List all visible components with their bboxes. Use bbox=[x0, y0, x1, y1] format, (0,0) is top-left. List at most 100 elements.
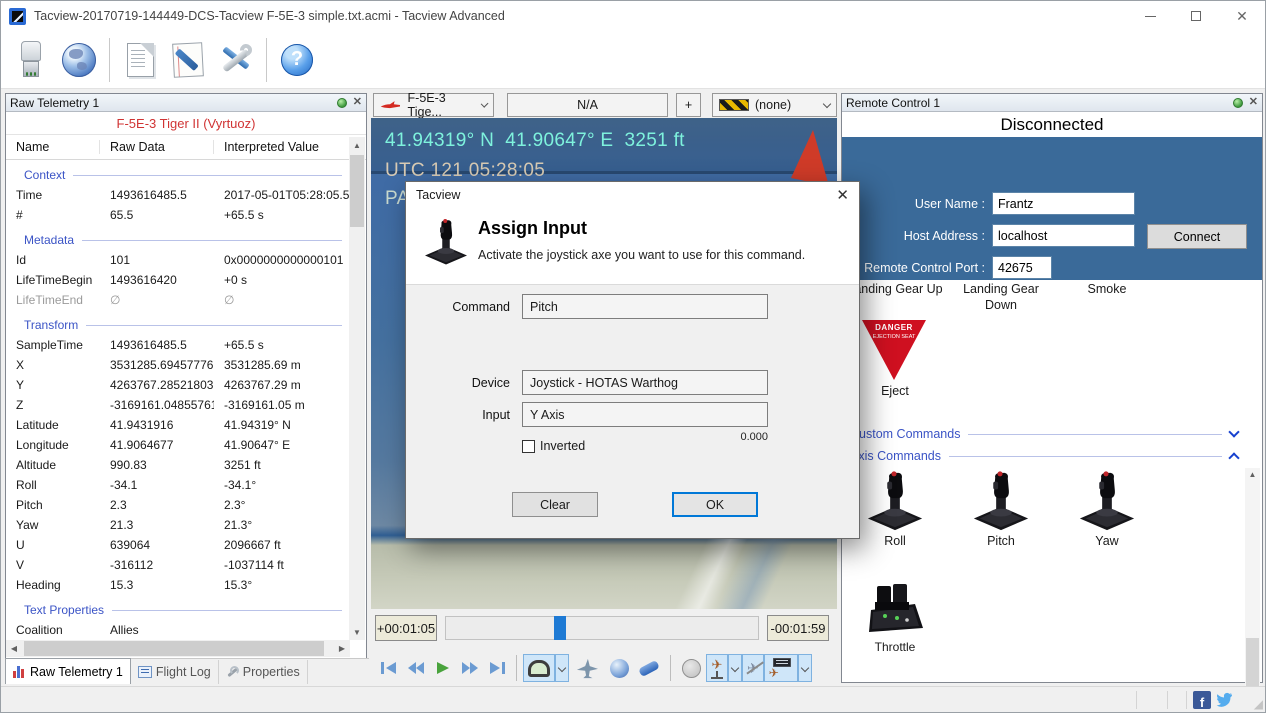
tab-properties[interactable]: Properties bbox=[219, 660, 308, 684]
column-name[interactable]: Name bbox=[6, 140, 100, 154]
inverted-checkbox-row[interactable]: Inverted bbox=[522, 439, 585, 453]
external-view-button[interactable] bbox=[569, 654, 605, 682]
usb-device-button[interactable] bbox=[7, 34, 55, 86]
notes-editor-icon bbox=[172, 42, 204, 78]
tab-flight-log[interactable]: Flight Log bbox=[131, 660, 219, 684]
custom-commands-section[interactable]: Custom Commands bbox=[850, 427, 1238, 441]
table-row[interactable]: SampleTime1493616485.5+65.5 s bbox=[6, 335, 350, 355]
scroll-down-icon[interactable]: ▼ bbox=[349, 624, 365, 640]
skip-start-button[interactable] bbox=[375, 654, 402, 682]
table-row[interactable]: U6390642096667 ft bbox=[6, 535, 350, 555]
hazard-stripe-icon bbox=[719, 99, 749, 111]
table-row[interactable]: Time1493616485.52017-05-01T05:28:05.5 bbox=[6, 185, 350, 205]
panel-close-icon[interactable]: ✕ bbox=[353, 97, 362, 108]
vertical-scrollbar[interactable]: ▲ ▼ bbox=[349, 137, 365, 640]
flight-report-button[interactable] bbox=[116, 34, 164, 86]
axis-commands-row: Roll Pitch Yaw bbox=[842, 470, 1160, 548]
table-row[interactable]: Roll-34.1-34.1° bbox=[6, 475, 350, 495]
table-row[interactable]: LifeTimeEnd∅∅ bbox=[6, 290, 350, 310]
telescope-view-button[interactable] bbox=[634, 654, 664, 682]
table-row[interactable]: V-316112-1037114 ft bbox=[6, 555, 350, 575]
scrollbar-thumb[interactable] bbox=[24, 641, 324, 656]
axis-commands-section[interactable]: Axis Commands bbox=[850, 449, 1238, 463]
twitter-icon[interactable] bbox=[1215, 691, 1233, 708]
table-row[interactable]: Yaw21.321.3° bbox=[6, 515, 350, 535]
table-row[interactable]: Latitude41.943191641.94319° N bbox=[6, 415, 350, 435]
connect-button[interactable]: Connect bbox=[1147, 224, 1247, 249]
help-button[interactable]: ? bbox=[273, 34, 321, 86]
play-button[interactable] bbox=[429, 654, 456, 682]
dialog-close-icon[interactable]: ✕ bbox=[836, 186, 849, 204]
table-row[interactable]: Longitude41.906467741.90647° E bbox=[6, 435, 350, 455]
network-globe-button[interactable] bbox=[55, 34, 103, 86]
globe-view-button[interactable] bbox=[605, 654, 634, 682]
resize-grip[interactable]: ◢ bbox=[1254, 697, 1263, 711]
chevron-up-icon[interactable] bbox=[1228, 452, 1239, 463]
minimize-button[interactable] bbox=[1127, 1, 1173, 31]
ok-button[interactable]: OK bbox=[672, 492, 758, 517]
clear-button[interactable]: Clear bbox=[512, 492, 598, 517]
table-row[interactable]: Id1010x0000000000000101 bbox=[6, 250, 350, 270]
user-name-field[interactable] bbox=[992, 192, 1135, 215]
measure-view-button[interactable]: ✈ bbox=[742, 654, 764, 682]
trail-selector-dropdown[interactable]: (none) bbox=[712, 93, 837, 117]
secondary-object-button[interactable]: N/A bbox=[507, 93, 668, 117]
command-smoke[interactable]: Smoke bbox=[1054, 282, 1160, 313]
timeline-slider[interactable] bbox=[445, 616, 759, 640]
rewind-icon bbox=[407, 661, 425, 675]
eject-danger-icon[interactable]: DANGER EJECTION SEAT DANGER DANGER bbox=[862, 320, 926, 380]
cockpit-view-button[interactable] bbox=[523, 654, 555, 682]
remote-scrollbar[interactable]: ▲ ▼ bbox=[1245, 468, 1260, 713]
skip-end-button[interactable] bbox=[483, 654, 510, 682]
add-object-button[interactable]: + bbox=[676, 93, 701, 117]
table-row[interactable]: #65.5+65.5 s bbox=[6, 205, 350, 225]
selected-object-title: F-5E-3 Tiger II (Vyrtuoz) bbox=[6, 112, 366, 135]
scroll-right-icon[interactable]: ▶ bbox=[334, 640, 350, 657]
panel-close-icon[interactable]: ✕ bbox=[1249, 97, 1258, 108]
fast-forward-button[interactable] bbox=[456, 654, 483, 682]
notes-editor-button[interactable] bbox=[164, 34, 212, 86]
tab-raw-telemetry[interactable]: Raw Telemetry 1 bbox=[5, 658, 131, 684]
object-selector-dropdown[interactable]: F-5E-3 Tige... bbox=[373, 93, 494, 117]
table-row[interactable]: Altitude990.833251 ft bbox=[6, 455, 350, 475]
maximize-button[interactable] bbox=[1173, 1, 1219, 31]
horizontal-scrollbar[interactable]: ◀ ▶ bbox=[6, 640, 350, 657]
inverted-checkbox[interactable] bbox=[522, 440, 535, 453]
pin-icon[interactable] bbox=[1233, 98, 1243, 108]
column-raw-data[interactable]: Raw Data bbox=[100, 140, 214, 154]
scroll-up-icon[interactable]: ▲ bbox=[1245, 470, 1260, 479]
table-row[interactable]: X3531285.694577763531285.69 m bbox=[6, 355, 350, 375]
rewind-button[interactable] bbox=[402, 654, 429, 682]
pin-icon[interactable] bbox=[337, 98, 347, 108]
command-landing-gear-down[interactable]: Landing Gear Down bbox=[948, 282, 1054, 313]
table-row[interactable]: LifeTimeBegin1493616420+0 s bbox=[6, 270, 350, 290]
terrain-glint bbox=[577, 529, 837, 609]
chevron-down-icon[interactable] bbox=[1228, 426, 1239, 437]
labels-view-button[interactable]: ✈ bbox=[764, 654, 798, 682]
close-button[interactable]: ✕ bbox=[1219, 1, 1265, 31]
table-row[interactable]: Pitch2.32.3° bbox=[6, 495, 350, 515]
port-field[interactable] bbox=[992, 256, 1052, 279]
facebook-icon[interactable]: f bbox=[1193, 691, 1211, 709]
host-address-field[interactable] bbox=[992, 224, 1135, 247]
labels-view-dropdown[interactable] bbox=[798, 654, 812, 682]
scroll-up-icon[interactable]: ▲ bbox=[349, 137, 365, 153]
object-stand-dropdown[interactable] bbox=[728, 654, 742, 682]
remote-panel-title: Remote Control 1 bbox=[846, 96, 940, 110]
settings-tools-button[interactable] bbox=[212, 34, 260, 86]
column-interpreted[interactable]: Interpreted Value bbox=[214, 140, 366, 154]
timeline-thumb[interactable] bbox=[554, 616, 566, 640]
table-row[interactable]: Heading15.315.3° bbox=[6, 575, 350, 595]
table-row[interactable]: CoalitionAllies bbox=[6, 620, 350, 640]
axis-pitch[interactable]: Pitch bbox=[948, 470, 1054, 548]
instruments-view-button[interactable] bbox=[677, 654, 706, 682]
table-row[interactable]: Z-3169161.04855761-3169161.05 m bbox=[6, 395, 350, 415]
table-row[interactable]: Y4263767.285218034263767.29 m bbox=[6, 375, 350, 395]
scrollbar-thumb[interactable] bbox=[350, 155, 364, 227]
scroll-left-icon[interactable]: ◀ bbox=[6, 640, 22, 657]
dialog-title-bar[interactable]: Tacview ✕ bbox=[406, 182, 859, 208]
axis-yaw[interactable]: Yaw bbox=[1054, 470, 1160, 548]
object-stand-view-button[interactable]: ✈ bbox=[706, 654, 728, 682]
axis-throttle[interactable]: Throttle bbox=[842, 576, 948, 654]
cockpit-view-dropdown[interactable] bbox=[555, 654, 569, 682]
